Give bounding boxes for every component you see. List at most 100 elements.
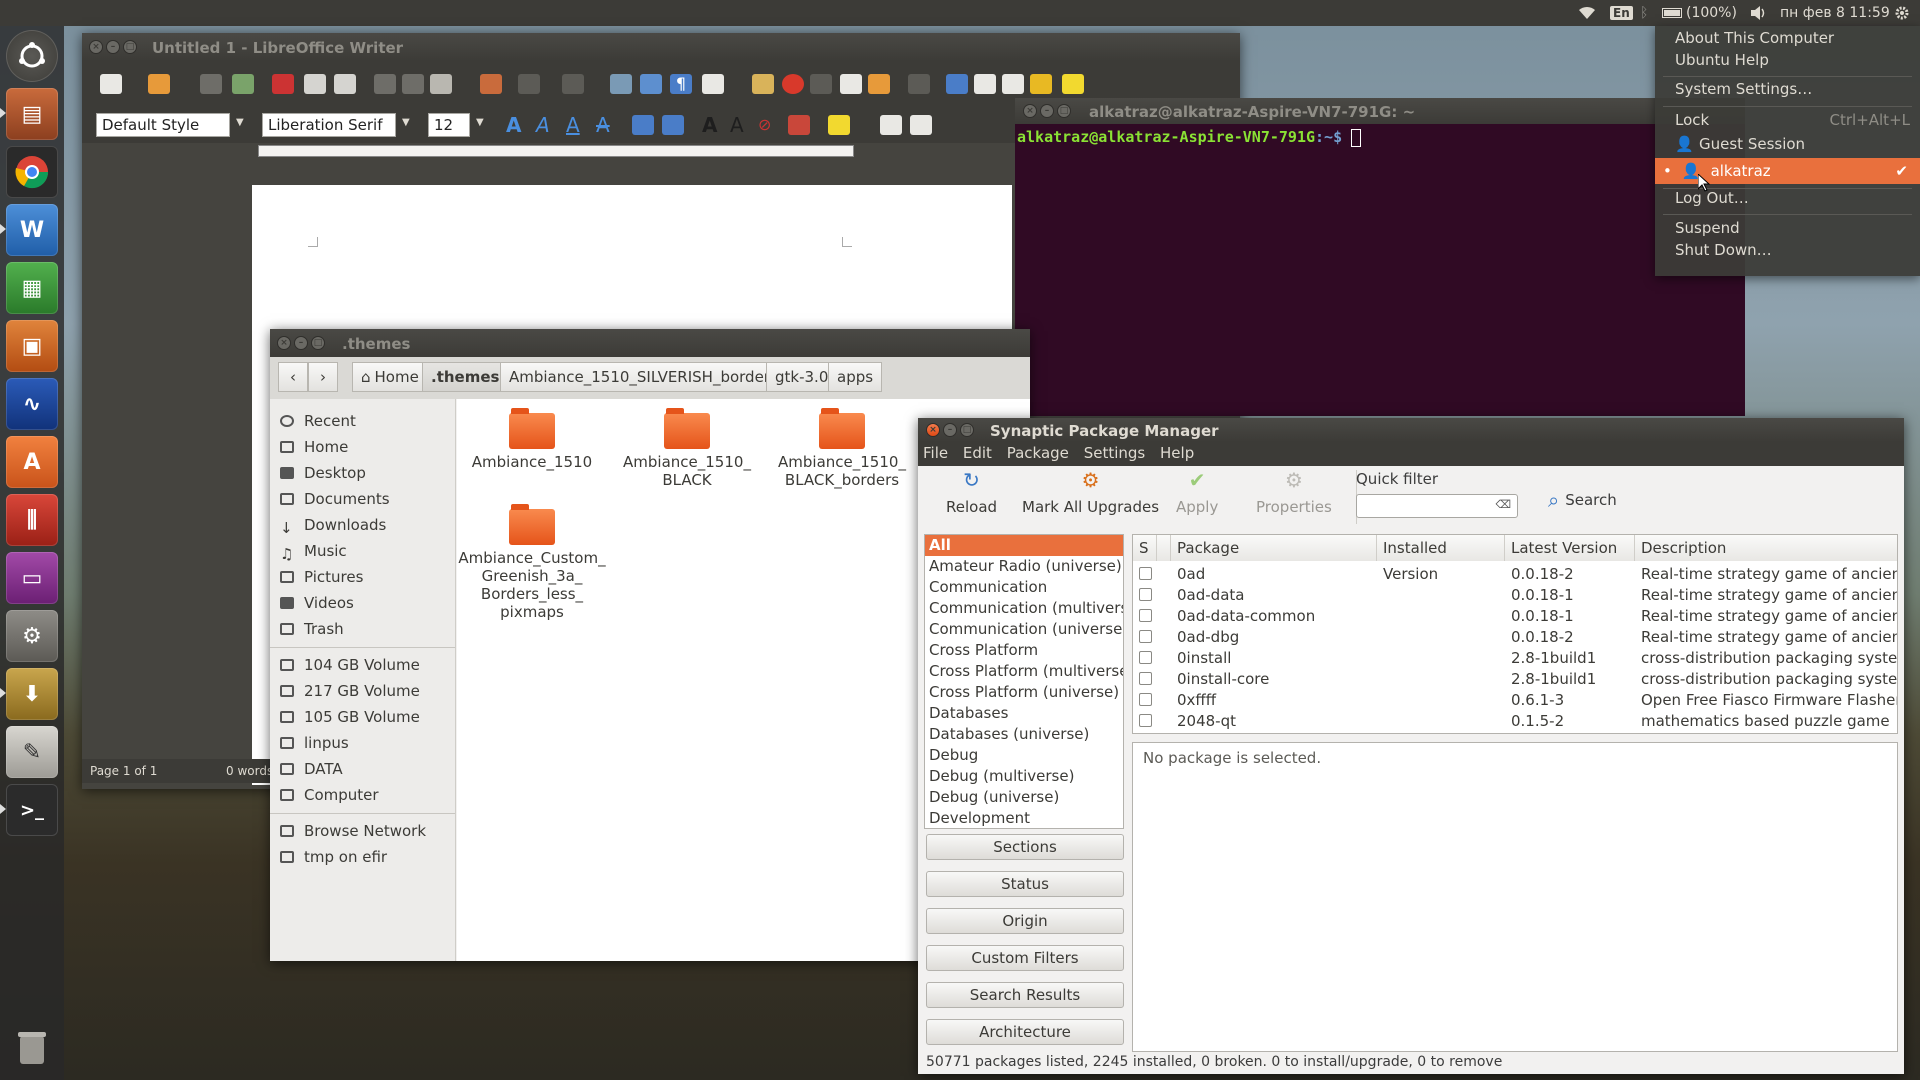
underline-icon[interactable]: A [566, 113, 580, 137]
menu-guest-session[interactable]: 👤 Guest Session [1655, 132, 1920, 156]
origin-button[interactable]: Origin [926, 908, 1124, 934]
writer-titlebar[interactable]: × – □ Untitled 1 - LibreOffice Writer [82, 33, 1240, 61]
package-checkbox[interactable] [1139, 567, 1152, 580]
category-item-all[interactable]: All [925, 535, 1123, 556]
clone-formatting-icon[interactable] [480, 74, 502, 94]
category-item[interactable]: Communication (universe) [925, 619, 1123, 640]
comment-icon[interactable] [1002, 74, 1024, 94]
breadcrumb-ambiance[interactable]: Ambiance_1510_SILVERISH_borders [500, 362, 787, 392]
sidebar-item-network[interactable]: Browse Network [280, 819, 426, 843]
menu-system-settings[interactable]: System Settings… [1655, 77, 1920, 101]
minimize-button[interactable]: – [106, 40, 120, 54]
sidebar-item-computer[interactable]: Computer [280, 783, 379, 807]
table-row[interactable]: 0install-core 2.8-1build1 cross-distributi… [1133, 668, 1897, 689]
note-icon[interactable] [1062, 74, 1084, 94]
sidebar-item-videos[interactable]: Videos [280, 591, 354, 615]
category-item[interactable]: Communication [925, 577, 1123, 598]
font-name-select[interactable]: Liberation Serif [262, 113, 396, 137]
quick-filter-input[interactable]: ⌫ [1356, 494, 1518, 518]
save-icon[interactable] [200, 74, 222, 94]
sidebar-item-volume-217[interactable]: 217 GB Volume [280, 679, 420, 703]
cut-icon[interactable] [374, 74, 396, 94]
sidebar-item-trash[interactable]: Trash [280, 617, 344, 641]
back-button[interactable]: ‹ [278, 362, 308, 392]
menu-edit[interactable]: Edit [958, 442, 997, 464]
chevron-down-icon[interactable]: ▼ [402, 117, 410, 128]
menu-user-alkatraz[interactable]: • 👤 alkatraz ✔ [1655, 158, 1920, 184]
sidebar-item-pictures[interactable]: Pictures [280, 565, 363, 589]
print-icon[interactable] [304, 74, 326, 94]
table-row[interactable]: 0ad 0.0.18-2 Real-time strategy game of an… [1133, 563, 1897, 584]
field-icon[interactable] [868, 74, 890, 94]
paste-icon[interactable] [430, 74, 452, 94]
bullet-list-icon[interactable] [880, 115, 902, 135]
breadcrumb-gtk[interactable]: gtk-3.0 [766, 362, 838, 392]
print-preview-icon[interactable] [334, 74, 356, 94]
folder-item[interactable]: Ambiance_Custom_ Greenish_3a_ Borders_le… [457, 504, 607, 621]
clear-icon[interactable]: ⌫ [1495, 498, 1511, 511]
menu-log-out[interactable]: Log Out… [1655, 186, 1920, 210]
table-row[interactable]: 0ad-dbg 0.0.18-2 Real-time strategy game o… [1133, 626, 1897, 647]
category-item[interactable]: Databases (universe) [925, 724, 1123, 745]
font-color-icon[interactable] [788, 115, 810, 135]
hyperlink-icon[interactable] [946, 74, 968, 94]
package-checkbox[interactable] [1139, 693, 1152, 706]
package-checkbox[interactable] [1139, 672, 1152, 685]
image-icon[interactable] [752, 74, 774, 94]
paragraph-style-select[interactable]: Default Style [96, 113, 230, 137]
folder-item[interactable]: Ambiance_1510_ BLACK [612, 408, 762, 489]
sidebar-item-data[interactable]: DATA [280, 757, 343, 781]
sidebar-item-music[interactable]: ♫ Music [280, 539, 347, 563]
menu-help[interactable]: Help [1155, 442, 1199, 464]
sidebar-item-volume-104[interactable]: 104 GB Volume [280, 653, 420, 677]
menu-file[interactable]: File [918, 442, 953, 464]
calc-icon[interactable]: ▦ [6, 262, 58, 314]
writer-icon[interactable]: W [6, 204, 58, 256]
package-checkbox[interactable] [1139, 588, 1152, 601]
shadow-icon[interactable]: A [702, 113, 717, 137]
sidebar-item-downloads[interactable]: ↓ Downloads [280, 513, 386, 537]
chevron-down-icon[interactable]: ▼ [236, 117, 244, 128]
redo-icon[interactable] [562, 74, 584, 94]
menu-about-computer[interactable]: About This Computer [1655, 26, 1920, 50]
package-checkbox[interactable] [1139, 630, 1152, 643]
close-button[interactable]: × [89, 40, 103, 54]
folder-item[interactable]: Ambiance_1510_ BLACK_borders [767, 408, 917, 489]
package-checkbox[interactable] [1139, 714, 1152, 727]
formatting-marks-icon[interactable]: ¶ [670, 74, 692, 94]
text-editor-icon[interactable]: ✎ [6, 726, 58, 778]
chrome-icon[interactable] [6, 146, 58, 198]
close-button[interactable]: × [926, 423, 940, 437]
software-center-icon[interactable]: A [6, 436, 58, 488]
sidebar-item-volume-105[interactable]: 105 GB Volume [280, 705, 420, 729]
category-item[interactable]: Cross Platform (multiverse) [925, 661, 1123, 682]
package-checkbox[interactable] [1139, 609, 1152, 622]
category-item[interactable]: Databases [925, 703, 1123, 724]
ruler[interactable] [258, 145, 854, 157]
subscript-icon[interactable] [662, 115, 684, 135]
special-character-icon[interactable] [908, 74, 930, 94]
files-icon[interactable]: ▤ [6, 88, 58, 140]
menu-shut-down[interactable]: Shut Down… [1655, 238, 1920, 262]
chevron-down-icon[interactable]: ▼ [476, 117, 484, 128]
impress-icon[interactable]: ▣ [6, 320, 58, 372]
table-row[interactable]: 0install 2.8-1build1 cross-distribution pa… [1133, 647, 1897, 668]
italic-icon[interactable]: A [536, 113, 550, 137]
forward-button[interactable]: › [308, 362, 338, 392]
battery-indicator[interactable]: (100%) [1662, 3, 1737, 23]
update-installer-icon[interactable]: ⬇ [6, 668, 58, 720]
breadcrumb-apps[interactable]: apps [828, 362, 883, 392]
menu-lock[interactable]: Lock Ctrl+Alt+L [1655, 108, 1920, 132]
column-support[interactable] [1157, 535, 1171, 561]
outline-icon[interactable]: A [730, 113, 744, 137]
find-replace-icon[interactable] [610, 74, 632, 94]
maximize-button[interactable]: □ [311, 336, 325, 350]
open-icon[interactable] [148, 74, 170, 94]
search-button[interactable]: ⌕ Search [1548, 488, 1617, 512]
table-icon[interactable] [702, 74, 724, 94]
superscript-icon[interactable] [632, 115, 654, 135]
undo-icon[interactable] [518, 74, 540, 94]
font-size-select[interactable]: 12 [428, 113, 470, 137]
terminal-content[interactable]: alkatraz@alkatraz-Aspire-VN7-791G:~$ [1017, 128, 1362, 147]
gear-icon[interactable] [1894, 3, 1910, 23]
